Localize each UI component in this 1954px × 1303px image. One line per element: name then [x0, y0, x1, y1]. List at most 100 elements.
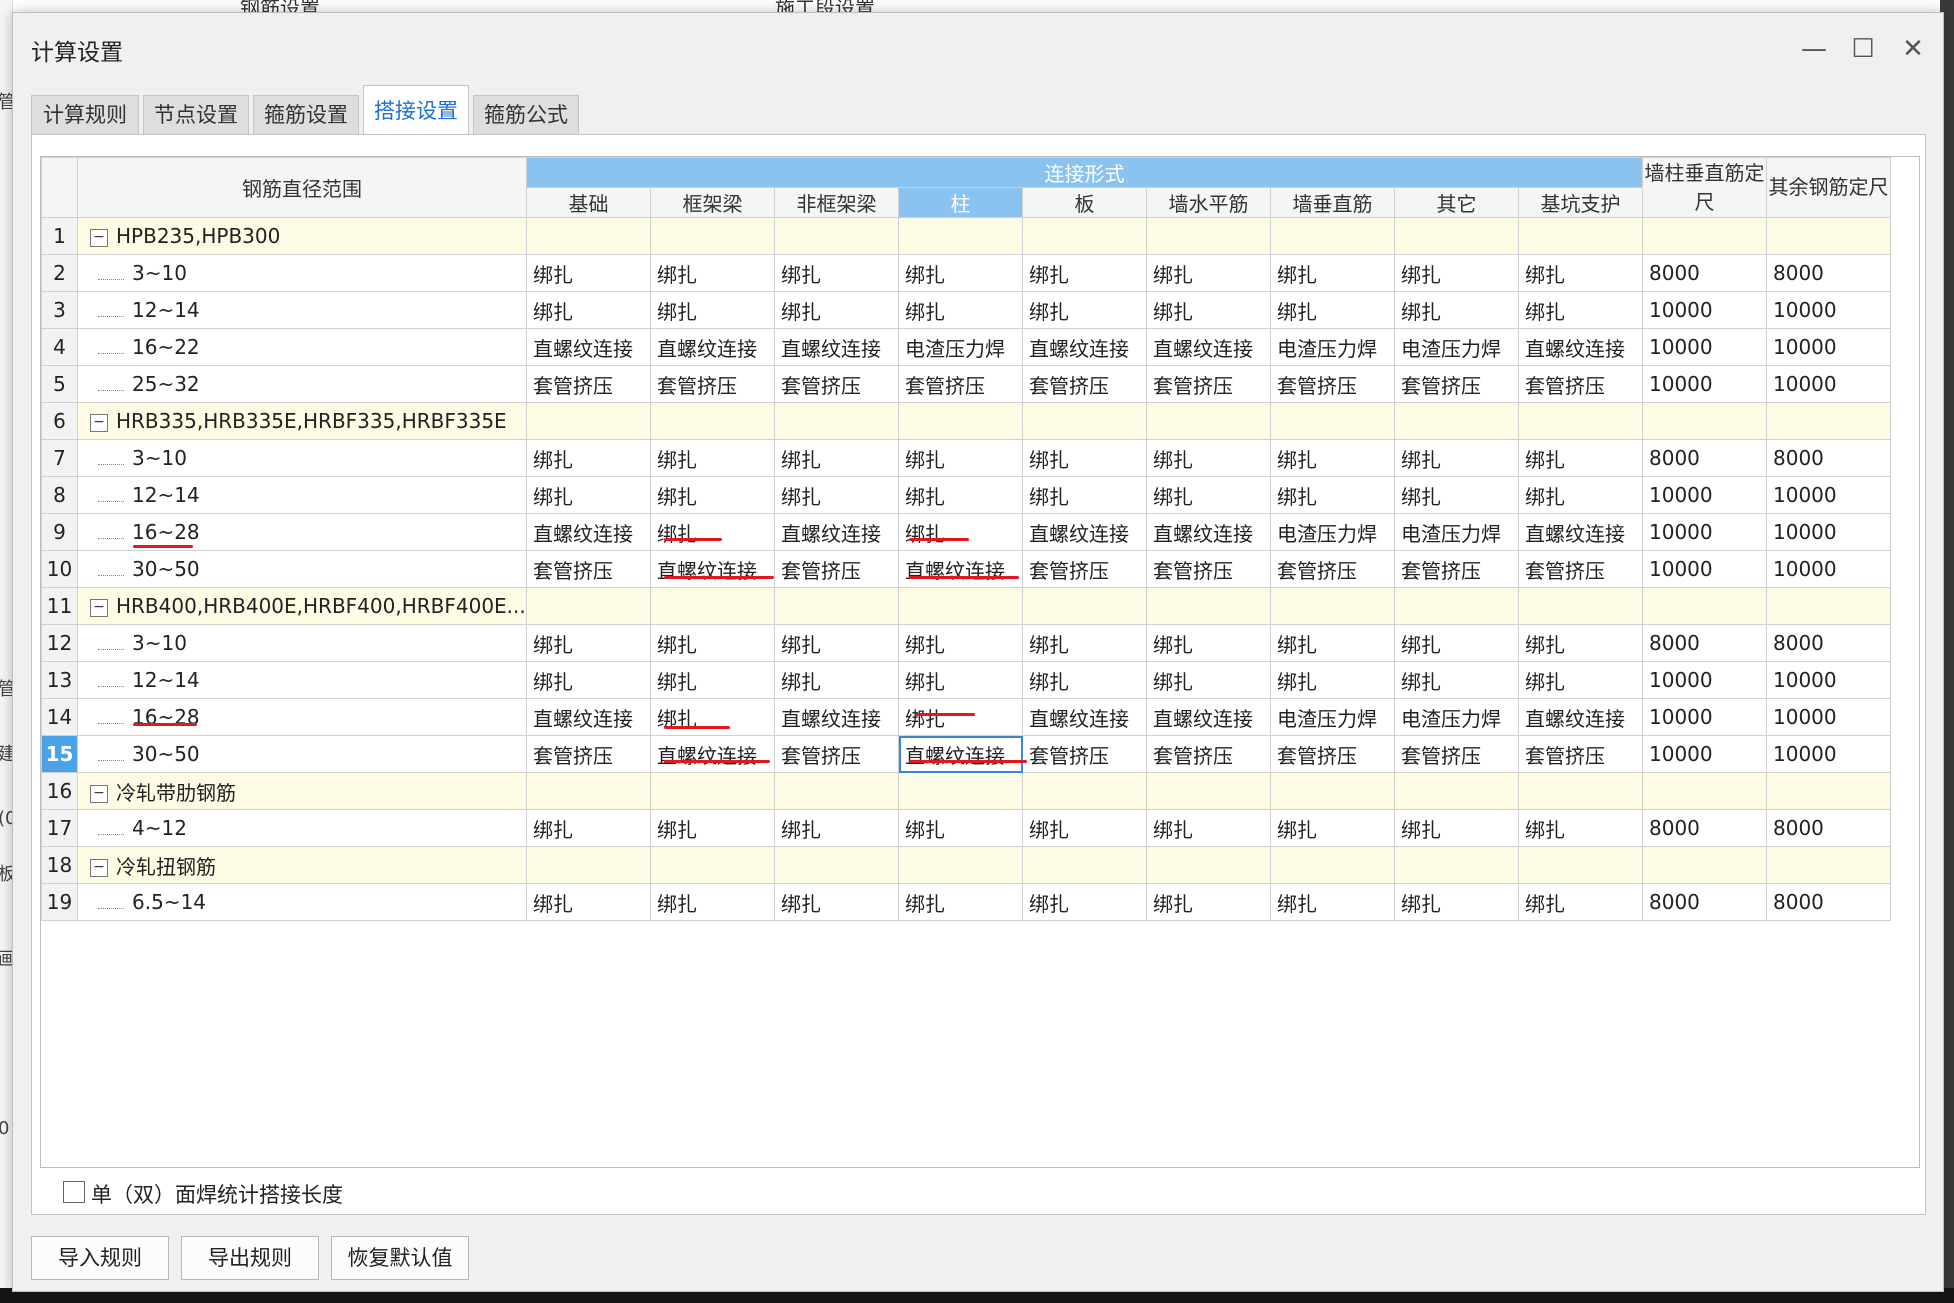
connection-cell[interactable]: 绑扎: [898, 439, 1023, 477]
row-number[interactable]: 12: [41, 624, 78, 662]
connection-cell[interactable]: 绑扎: [650, 698, 775, 736]
length-cell[interactable]: 8000: [1642, 439, 1767, 477]
connection-cell[interactable]: 套管挤压: [774, 550, 899, 588]
connection-cell[interactable]: 绑扎: [1394, 254, 1519, 292]
connection-subheader[interactable]: 非框架梁: [774, 187, 899, 218]
length-cell[interactable]: 10000: [1642, 291, 1767, 329]
connection-cell[interactable]: 直螺纹连接: [774, 328, 899, 366]
wall-column-length-header[interactable]: 墙柱垂直筋定尺: [1642, 157, 1767, 218]
table-row[interactable]: 10 30~50 套管挤压 直螺纹连接 套管挤压 直螺纹连接 套管挤压 套管挤压 套管挤压 套管挤…: [41, 550, 1891, 588]
connection-cell[interactable]: 套管挤压: [650, 365, 775, 403]
length-cell[interactable]: 10000: [1642, 476, 1767, 514]
connection-cell[interactable]: 绑扎: [1394, 624, 1519, 662]
connection-cell[interactable]: 绑扎: [1270, 809, 1395, 847]
connection-cell[interactable]: 套管挤压: [1394, 365, 1519, 403]
connection-cell[interactable]: 绑扎: [1394, 661, 1519, 699]
connection-cell[interactable]: 绑扎: [774, 883, 899, 921]
other-length-header[interactable]: 其余钢筋定尺: [1766, 157, 1891, 218]
connection-cell[interactable]: 绑扎: [1146, 624, 1271, 662]
connection-cell[interactable]: 绑扎: [1518, 624, 1643, 662]
connection-cell[interactable]: 套管挤压: [1146, 735, 1271, 773]
connection-subheader[interactable]: 墙水平筋: [1146, 187, 1271, 218]
group-row[interactable]: 1− HPB235,HPB300: [41, 217, 1891, 255]
row-number[interactable]: 3: [41, 291, 78, 329]
range-cell[interactable]: − 冷轧带肋钢筋: [77, 772, 527, 810]
length-cell[interactable]: 8000: [1766, 883, 1891, 921]
connection-cell[interactable]: 直螺纹连接: [898, 550, 1023, 588]
length-cell[interactable]: 10000: [1642, 735, 1767, 773]
close-button[interactable]: ✕: [1893, 31, 1933, 67]
connection-cell[interactable]: 直螺纹连接: [526, 513, 651, 551]
connection-cell[interactable]: 绑扎: [1394, 883, 1519, 921]
connection-cell[interactable]: 套管挤压: [1518, 550, 1643, 588]
connection-cell[interactable]: 绑扎: [1022, 439, 1147, 477]
connection-subheader[interactable]: 其它: [1394, 187, 1519, 218]
connection-cell[interactable]: 绑扎: [1394, 291, 1519, 329]
connection-cell[interactable]: 绑扎: [1146, 439, 1271, 477]
connection-cell[interactable]: 绑扎: [898, 661, 1023, 699]
connection-cell[interactable]: 直螺纹连接: [1022, 328, 1147, 366]
length-cell[interactable]: 10000: [1766, 550, 1891, 588]
table-row[interactable]: 19 6.5~14 绑扎 绑扎 绑扎 绑扎 绑扎 绑扎 绑扎 绑扎 绑扎 8000 8000: [41, 883, 1891, 921]
table-row[interactable]: 2 3~10 绑扎 绑扎 绑扎 绑扎 绑扎 绑扎 绑扎 绑扎 绑扎 8000 8000: [41, 254, 1891, 292]
minimize-button[interactable]: —: [1794, 31, 1834, 67]
connection-cell[interactable]: 绑扎: [898, 291, 1023, 329]
connection-cell[interactable]: 直螺纹连接: [1146, 698, 1271, 736]
range-cell[interactable]: 30~50: [77, 735, 527, 773]
connection-cell[interactable]: 绑扎: [1146, 809, 1271, 847]
connection-cell[interactable]: 绑扎: [1146, 254, 1271, 292]
table-row[interactable]: 17 4~12 绑扎 绑扎 绑扎 绑扎 绑扎 绑扎 绑扎 绑扎 绑扎 8000 8000: [41, 809, 1891, 847]
connection-cell[interactable]: 绑扎: [526, 883, 651, 921]
length-cell[interactable]: 10000: [1642, 550, 1767, 588]
connection-cell[interactable]: 绑扎: [1270, 661, 1395, 699]
row-number[interactable]: 10: [41, 550, 78, 588]
row-number[interactable]: 9: [41, 513, 78, 551]
row-number[interactable]: 6: [41, 402, 78, 440]
length-cell[interactable]: 8000: [1642, 624, 1767, 662]
row-number[interactable]: 5: [41, 365, 78, 403]
connection-cell[interactable]: 绑扎: [1022, 883, 1147, 921]
connection-cell[interactable]: 套管挤压: [1022, 365, 1147, 403]
range-cell[interactable]: − HRB335,HRB335E,HRBF335,HRBF335E: [77, 402, 527, 440]
export-rules-button[interactable]: 导出规则: [181, 1236, 319, 1280]
length-cell[interactable]: 10000: [1766, 328, 1891, 366]
collapse-icon[interactable]: −: [90, 598, 108, 617]
connection-cell[interactable]: 绑扎: [898, 624, 1023, 662]
table-row[interactable]: 5 25~32 套管挤压 套管挤压 套管挤压 套管挤压 套管挤压 套管挤压 套管挤压 套管挤压 套管…: [41, 365, 1891, 403]
range-cell[interactable]: 6.5~14: [77, 883, 527, 921]
connection-cell[interactable]: 套管挤压: [774, 735, 899, 773]
collapse-icon[interactable]: −: [90, 785, 108, 803]
connection-cell[interactable]: 套管挤压: [1270, 550, 1395, 588]
connection-cell[interactable]: 直螺纹连接: [1518, 328, 1643, 366]
connection-cell[interactable]: 绑扎: [650, 624, 775, 662]
connection-cell[interactable]: 绑扎: [1022, 476, 1147, 514]
connection-cell[interactable]: 绑扎: [1518, 883, 1643, 921]
connection-cell[interactable]: 绑扎: [774, 809, 899, 847]
connection-cell[interactable]: 绑扎: [650, 809, 775, 847]
connection-cell[interactable]: 直螺纹连接: [774, 513, 899, 551]
connection-cell[interactable]: 直螺纹连接: [898, 735, 1023, 773]
range-cell[interactable]: 25~32: [77, 365, 527, 403]
table-row[interactable]: 15 30~50 套管挤压 直螺纹连接 套管挤压 直螺纹连接 套管挤压 套管挤压 套管挤压 套管挤…: [41, 735, 1891, 773]
collapse-icon[interactable]: −: [90, 859, 108, 877]
tab-calc-rules[interactable]: 计算规则: [31, 95, 139, 135]
range-cell[interactable]: − 冷轧扭钢筋: [77, 846, 527, 884]
maximize-button[interactable]: ☐: [1843, 31, 1883, 67]
connection-cell[interactable]: 套管挤压: [526, 735, 651, 773]
group-row[interactable]: 6− HRB335,HRB335E,HRBF335,HRBF335E: [41, 402, 1891, 440]
connection-cell[interactable]: 绑扎: [898, 698, 1023, 736]
range-cell[interactable]: − HRB400,HRB400E,HRBF400,HRBF400E...: [77, 587, 527, 625]
tab-lap-settings[interactable]: 搭接设置: [363, 85, 469, 137]
row-number[interactable]: 17: [41, 809, 78, 847]
connection-subheader[interactable]: 墙垂直筋: [1270, 187, 1395, 218]
length-cell[interactable]: 10000: [1766, 365, 1891, 403]
length-cell[interactable]: 8000: [1766, 439, 1891, 477]
length-cell[interactable]: 8000: [1766, 254, 1891, 292]
connection-cell[interactable]: 绑扎: [650, 254, 775, 292]
connection-cell[interactable]: 绑扎: [650, 661, 775, 699]
row-number[interactable]: 1: [41, 217, 78, 255]
length-cell[interactable]: 10000: [1766, 476, 1891, 514]
row-number[interactable]: 7: [41, 439, 78, 477]
connection-cell[interactable]: 绑扎: [898, 883, 1023, 921]
connection-cell[interactable]: 绑扎: [1146, 291, 1271, 329]
